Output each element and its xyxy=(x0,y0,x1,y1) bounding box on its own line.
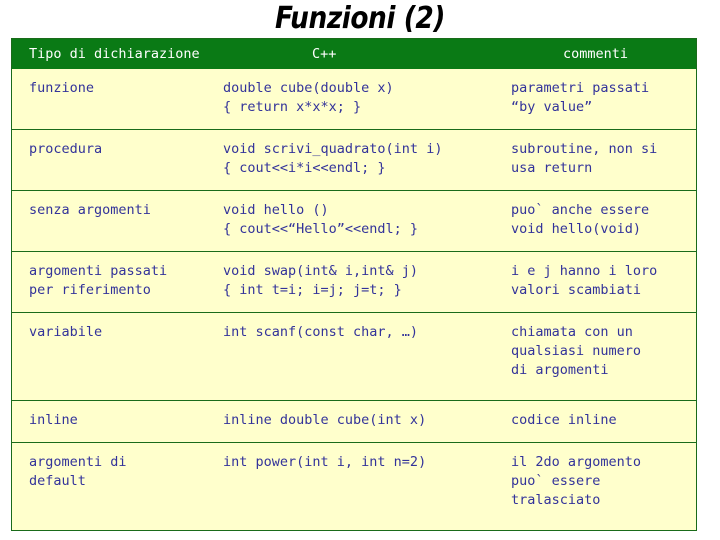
page-title: Funzioni (2) xyxy=(275,1,445,36)
cell-commento: codice inline xyxy=(511,412,617,428)
cell-commento: puo` anche essere void hello(void) xyxy=(511,202,650,237)
cell-tipo: argomenti passati per riferimento xyxy=(29,263,168,298)
slide: Funzioni (2) Tipo di dichiarazione C++ c… xyxy=(0,0,720,540)
column-header-tipo: Tipo di dichiarazione xyxy=(29,46,200,62)
table-header: Tipo di dichiarazione C++ commenti xyxy=(12,39,696,69)
cell-cpp: double cube(double x) { return x*x*x; } xyxy=(223,80,394,115)
cell-cpp: int scanf(const char, …) xyxy=(223,324,419,340)
cell-tipo: procedura xyxy=(29,141,103,157)
table-body: funzione double cube(double x) { return … xyxy=(12,69,696,530)
table-row: variabile int scanf(const char, …) chiam… xyxy=(12,312,696,401)
cell-tipo: senza argomenti xyxy=(29,202,151,218)
cell-commento: parametri passati “by value” xyxy=(511,80,650,115)
table-row: inline inline double cube(int x) codice … xyxy=(12,400,696,443)
table-header-row: Tipo di dichiarazione C++ commenti xyxy=(12,39,696,69)
cell-commento: subroutine, non si usa return xyxy=(511,141,658,176)
table-row: funzione double cube(double x) { return … xyxy=(12,69,696,130)
table-row: senza argomenti void hello () { cout<<“H… xyxy=(12,190,696,252)
cell-tipo: argomenti di default xyxy=(29,454,127,489)
column-header-commenti: commenti xyxy=(563,46,629,62)
table-row: argomenti passati per riferimento void s… xyxy=(12,251,696,313)
column-header-cpp: C++ xyxy=(312,46,337,62)
cell-tipo: variabile xyxy=(29,324,103,340)
cell-cpp: void hello () { cout<<“Hello”<<endl; } xyxy=(223,202,419,237)
cell-tipo: inline xyxy=(29,412,78,428)
cell-cpp: int power(int i, int n=2) xyxy=(223,454,427,470)
cell-commento: il 2do argomento puo` essere tralasciato xyxy=(511,454,642,508)
cell-cpp: void swap(int& i,int& j) { int t=i; i=j;… xyxy=(223,263,419,298)
functions-table-container: Tipo di dichiarazione C++ commenti funzi… xyxy=(11,38,697,531)
cell-commento: i e j hanno i loro valori scambiati xyxy=(511,263,658,298)
functions-table: Tipo di dichiarazione C++ commenti funzi… xyxy=(12,39,696,530)
cell-cpp: inline double cube(int x) xyxy=(223,412,427,428)
cell-commento: chiamata con un qualsiasi numero di argo… xyxy=(511,324,642,378)
cell-tipo: funzione xyxy=(29,80,95,96)
table-row: argomenti di default int power(int i, in… xyxy=(12,442,696,530)
cell-cpp: void scrivi_quadrato(int i) { cout<<i*i<… xyxy=(223,141,443,176)
table-row: procedura void scrivi_quadrato(int i) { … xyxy=(12,129,696,191)
